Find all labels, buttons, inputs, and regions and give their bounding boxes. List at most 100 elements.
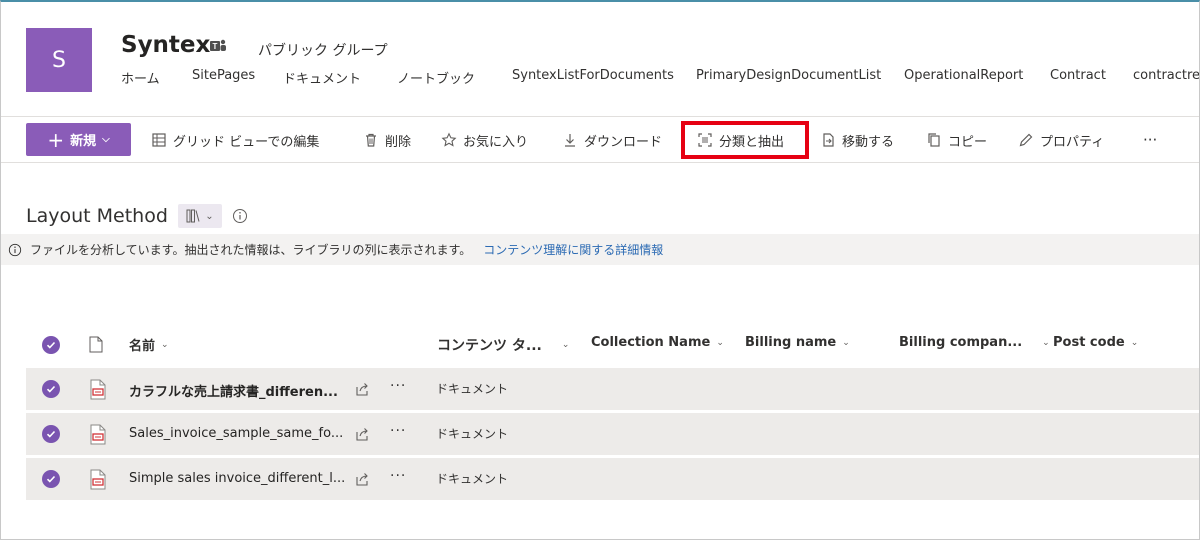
chevron-down-icon: ⌄ <box>842 337 850 348</box>
column-header-collection-name[interactable]: Collection Name ⌄ <box>591 335 724 350</box>
column-header-billing-company[interactable]: Billing compan... ⌄ <box>899 335 1050 350</box>
checkmark-icon <box>46 341 56 349</box>
copy-button[interactable]: コピー <box>926 130 987 150</box>
chevron-down-icon: ⌄ <box>1042 337 1050 348</box>
content-type-cell: ドキュメント <box>436 472 509 486</box>
more-commands-button[interactable]: ··· <box>1143 130 1157 150</box>
column-header-billing-name[interactable]: Billing name ⌄ <box>745 335 850 350</box>
column-header-content-type[interactable]: コンテンツ タ... ⌄ <box>437 335 569 355</box>
favorite-label: お気に入り <box>463 134 529 150</box>
column-header-billing-name-label: Billing name <box>745 335 837 350</box>
app-frame: S Syntex T パブリック グループ ホーム SitePages ドキュメ… <box>0 0 1200 540</box>
more-icon: ··· <box>1143 131 1158 149</box>
column-header-content-type-label: コンテンツ タ... <box>437 338 542 354</box>
plus-icon: + <box>47 127 65 152</box>
star-icon <box>441 132 457 147</box>
properties-button[interactable]: プロパティ <box>1018 130 1104 150</box>
favorite-button[interactable]: お気に入り <box>441 130 528 150</box>
nav-item-sitepages[interactable]: SitePages <box>192 68 255 83</box>
chevron-down-icon: ⌄ <box>716 337 724 348</box>
column-header-name-label: 名前 <box>129 339 156 354</box>
file-type-icon[interactable] <box>89 336 103 353</box>
highlight-box <box>681 121 809 159</box>
grid-icon <box>152 133 166 147</box>
trash-icon <box>366 133 376 147</box>
table-row[interactable]: Simple sales invoice_different_l... ··· … <box>26 458 1199 501</box>
column-header-name[interactable]: 名前 ⌄ <box>129 335 169 354</box>
pdf-file-icon <box>90 469 106 490</box>
nav-item-notebook[interactable]: ノートブック <box>397 68 475 87</box>
group-type-label: パブリック グループ <box>258 43 388 59</box>
column-header-billing-company-label: Billing compan... <box>899 335 1023 350</box>
move-label: 移動する <box>842 134 895 150</box>
share-icon[interactable] <box>354 471 370 487</box>
download-button[interactable]: ダウンロード <box>562 130 662 150</box>
row-checkbox[interactable] <box>42 425 60 443</box>
column-header-collection-name-label: Collection Name <box>591 335 711 350</box>
move-button[interactable]: 移動する <box>820 130 894 150</box>
row-more-button[interactable]: ··· <box>390 378 406 394</box>
pdf-file-icon <box>90 379 106 400</box>
file-name-link[interactable]: カラフルな売上請求書_differen... <box>129 381 338 400</box>
checkmark-icon <box>46 385 56 393</box>
select-all-checkbox[interactable] <box>42 336 60 354</box>
chevron-down-icon: ⌄ <box>161 339 169 350</box>
library-view-icon <box>186 209 200 223</box>
new-button-label: 新規 <box>70 134 97 149</box>
teams-icon[interactable]: T <box>209 38 227 54</box>
share-icon[interactable] <box>354 426 370 442</box>
copy-label: コピー <box>948 134 988 150</box>
grid-view-edit-label: グリッド ビューでの編集 <box>173 134 320 150</box>
row-checkbox[interactable] <box>42 470 60 488</box>
view-switcher-button[interactable]: ⌄ <box>178 204 222 228</box>
table-row[interactable]: カラフルな売上請求書_differen... ··· ドキュメント <box>26 368 1199 411</box>
nav-item-contractrec[interactable]: contractrec <box>1133 68 1199 83</box>
content-understanding-link[interactable]: コンテンツ理解に関する詳細情報 <box>483 241 663 258</box>
grid-view-edit-button[interactable]: グリッド ビューでの編集 <box>151 130 319 150</box>
chevron-down-icon: ⌄ <box>205 210 214 222</box>
commandbar-divider <box>1 162 1199 163</box>
move-icon <box>823 133 834 147</box>
row-checkbox[interactable] <box>42 380 60 398</box>
svg-text:T: T <box>213 42 218 51</box>
share-icon[interactable] <box>354 381 370 397</box>
site-logo-letter: S <box>52 47 66 73</box>
info-message-text: ファイルを分析しています。抽出された情報は、ライブラリの列に表示されます。 <box>30 243 472 257</box>
info-message-bar: ファイルを分析しています。抽出された情報は、ライブラリの列に表示されます。 コン… <box>1 234 1199 265</box>
delete-button[interactable]: 削除 <box>363 130 411 150</box>
row-more-button[interactable]: ··· <box>390 468 406 484</box>
new-button[interactable]: + 新規 ⌵ <box>26 123 131 156</box>
chevron-down-icon: ⌄ <box>561 340 570 350</box>
row-more-button[interactable]: ··· <box>390 423 406 439</box>
file-name-link[interactable]: Sales_invoice_sample_same_fo... <box>129 426 343 441</box>
site-title[interactable]: Syntex <box>121 32 210 58</box>
copy-icon <box>928 133 940 147</box>
checkmark-icon <box>46 430 56 438</box>
nav-item-documents[interactable]: ドキュメント <box>283 68 361 87</box>
info-icon[interactable] <box>232 208 248 224</box>
file-name-link[interactable]: Simple sales invoice_different_l... <box>129 471 345 486</box>
checkmark-icon <box>46 475 56 483</box>
site-logo[interactable]: S <box>26 28 92 92</box>
delete-label: 削除 <box>385 134 412 150</box>
table-row[interactable]: Sales_invoice_sample_same_fo... ··· ドキュメ… <box>26 413 1199 456</box>
properties-label: プロパティ <box>1040 134 1105 150</box>
nav-item-home[interactable]: ホーム <box>121 68 160 87</box>
chevron-down-icon: ⌵ <box>102 134 110 145</box>
header-divider <box>1 116 1199 117</box>
column-header-post-code[interactable]: Post code ⌄ <box>1053 335 1138 350</box>
content-type-cell: ドキュメント <box>436 382 509 396</box>
chevron-down-icon: ⌄ <box>1130 337 1139 348</box>
pencil-icon <box>1019 133 1033 147</box>
nav-item-operationalreport[interactable]: OperationalReport <box>904 68 1023 83</box>
download-label: ダウンロード <box>584 134 663 150</box>
column-header-post-code-label: Post code <box>1053 335 1125 350</box>
nav-item-primarydesigndocumentlist[interactable]: PrimaryDesignDocumentList <box>696 68 881 83</box>
nav-item-contract[interactable]: Contract <box>1050 68 1106 83</box>
nav-item-syntexlistfordocuments[interactable]: SyntexListForDocuments <box>512 68 674 83</box>
info-icon <box>8 243 22 256</box>
download-icon <box>565 134 575 147</box>
pdf-file-icon <box>90 424 106 445</box>
library-title: Layout Method <box>26 205 168 227</box>
content-type-cell: ドキュメント <box>436 427 509 441</box>
